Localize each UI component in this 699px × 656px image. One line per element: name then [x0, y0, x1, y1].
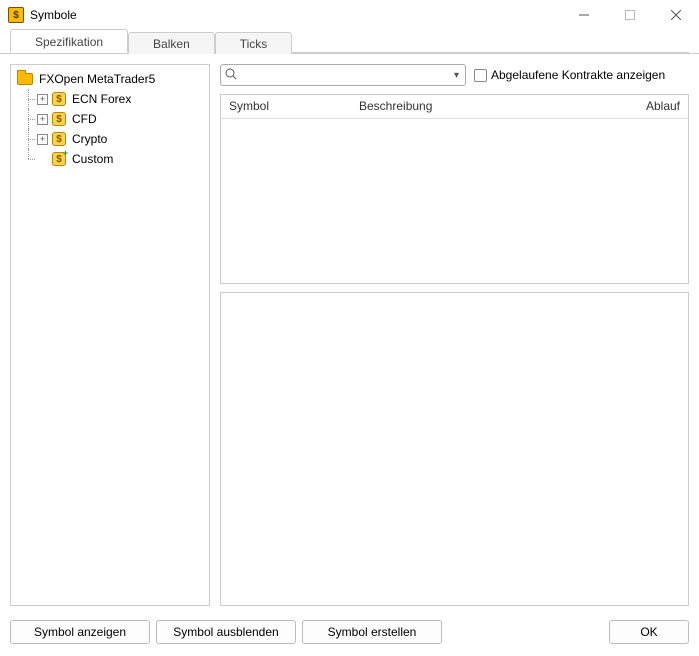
ok-button[interactable]: OK	[609, 620, 689, 644]
minimize-icon	[579, 10, 589, 20]
checkbox-icon	[474, 69, 487, 82]
tree-item-label: Custom	[72, 152, 113, 166]
maximize-button	[607, 0, 653, 30]
detail-panel	[220, 292, 689, 606]
tab-label: Spezifikation	[35, 35, 103, 49]
checkbox-label: Abgelaufene Kontrakte anzeigen	[491, 68, 665, 82]
button-label: Symbol anzeigen	[34, 625, 126, 639]
tab-bars[interactable]: Balken	[128, 32, 215, 54]
tree-line	[23, 109, 35, 129]
show-symbol-button[interactable]: Symbol anzeigen	[10, 620, 150, 644]
search-combobox[interactable]: ▾	[220, 64, 466, 86]
create-symbol-button[interactable]: Symbol erstellen	[302, 620, 442, 644]
tree-item-label: CFD	[72, 112, 97, 126]
minimize-button[interactable]	[561, 0, 607, 30]
button-label: OK	[640, 625, 657, 639]
tree-item-custom[interactable]: $ Custom	[13, 149, 207, 169]
expand-toggle[interactable]: +	[37, 94, 48, 105]
tree-line	[23, 149, 35, 169]
expand-toggle[interactable]: +	[37, 114, 48, 125]
tree-item-crypto[interactable]: + $ Crypto	[13, 129, 207, 149]
tree-item-cfd[interactable]: + $ CFD	[13, 109, 207, 129]
symbol-grid[interactable]: Symbol Beschreibung Ablauf	[220, 94, 689, 284]
folder-icon	[17, 73, 33, 85]
hide-symbol-button[interactable]: Symbol ausblenden	[156, 620, 296, 644]
symbol-group-icon: $	[52, 92, 66, 106]
tree-root-label: FXOpen MetaTrader5	[39, 72, 155, 86]
close-button[interactable]	[653, 0, 699, 30]
search-icon	[225, 68, 237, 83]
grid-header: Symbol Beschreibung Ablauf	[221, 95, 688, 119]
tab-ticks[interactable]: Ticks	[215, 32, 293, 54]
button-label: Symbol ausblenden	[173, 625, 278, 639]
tab-bar: Spezifikation Balken Ticks	[0, 30, 699, 54]
tree-item-ecn-forex[interactable]: + $ ECN Forex	[13, 89, 207, 109]
content-area: FXOpen MetaTrader5 + $ ECN Forex + $ CFD…	[0, 54, 699, 616]
right-pane: ▾ Abgelaufene Kontrakte anzeigen Symbol …	[220, 64, 689, 606]
column-header-expiry[interactable]: Ablauf	[598, 95, 688, 118]
window-title: Symbole	[30, 8, 77, 22]
column-header-symbol[interactable]: Symbol	[221, 95, 351, 118]
search-input[interactable]	[241, 66, 448, 84]
tree-line	[23, 129, 35, 149]
button-label: Symbol erstellen	[328, 625, 417, 639]
symbol-group-icon: $	[52, 132, 66, 146]
tree-item-label: ECN Forex	[72, 92, 131, 106]
titlebar: $ Symbole	[0, 0, 699, 30]
expand-toggle[interactable]: +	[37, 134, 48, 145]
column-header-description[interactable]: Beschreibung	[351, 95, 598, 118]
expired-contracts-checkbox[interactable]: Abgelaufene Kontrakte anzeigen	[474, 68, 665, 82]
maximize-icon	[625, 10, 635, 20]
tab-label: Balken	[153, 37, 190, 51]
close-icon	[671, 10, 681, 20]
symbol-custom-icon: $	[52, 152, 66, 166]
chevron-down-icon[interactable]: ▾	[452, 70, 461, 81]
tree-root[interactable]: FXOpen MetaTrader5	[13, 69, 207, 89]
symbol-tree[interactable]: FXOpen MetaTrader5 + $ ECN Forex + $ CFD…	[10, 64, 210, 606]
symbol-group-icon: $	[52, 112, 66, 126]
tree-line	[23, 89, 35, 109]
tab-specification[interactable]: Spezifikation	[10, 29, 128, 53]
app-icon: $	[8, 7, 24, 23]
button-row: Symbol anzeigen Symbol ausblenden Symbol…	[0, 616, 699, 656]
search-row: ▾ Abgelaufene Kontrakte anzeigen	[220, 64, 689, 86]
tab-label: Ticks	[240, 37, 268, 51]
tree-item-label: Crypto	[72, 132, 107, 146]
